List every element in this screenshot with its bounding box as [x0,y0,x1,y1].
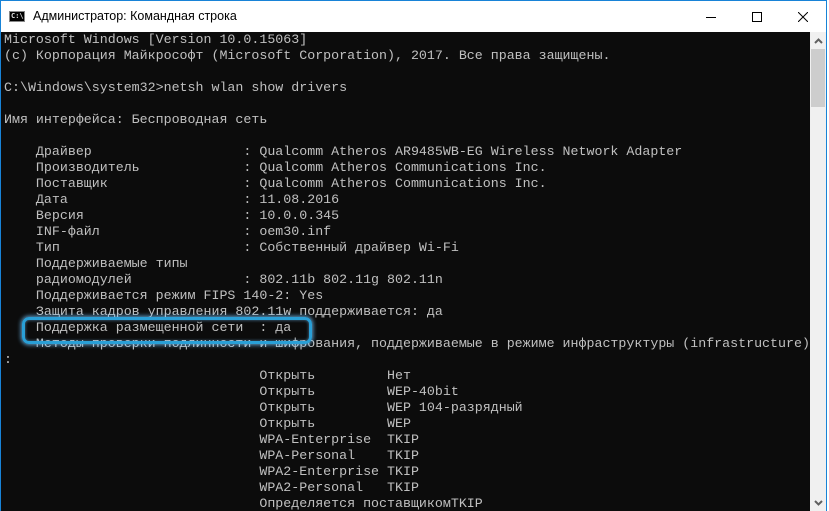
console-line: Microsoft Windows [Version 10.0.15063] [4,32,308,47]
console-line: Производитель : Qualcomm Atheros Communi… [4,160,547,175]
close-button[interactable] [780,1,826,32]
command-prompt-window: C:\ Администратор: Командная строка Micr… [0,0,827,511]
console-line: радиомодулей : 802.11b 802.11g 802.11n [4,272,443,287]
console-line: Поддерживаемые типы [4,256,188,271]
console-line: WPA2-Personal TKIP [4,480,419,495]
vertical-scrollbar[interactable] [810,32,826,511]
console-line: INF-файл : oem30.inf [4,224,332,239]
console-line: Тип : Собственный драйвер Wi-Fi [4,240,459,255]
console-line: Драйвер : Qualcomm Atheros AR9485WB-EG W… [4,144,683,159]
scroll-up-button[interactable] [810,32,826,49]
minimize-icon [706,16,716,18]
title-bar[interactable]: C:\ Администратор: Командная строка [1,1,826,32]
console-line: Открыть WEP 104-разрядный [4,400,523,415]
chevron-down-icon [813,499,823,506]
console-line: Открыть Нет [4,368,411,383]
console-line: Дата : 11.08.2016 [4,192,340,207]
scrollbar-thumb[interactable] [811,49,825,107]
console-line: Определяется поставщикомTKIP [4,496,483,511]
scroll-down-button[interactable] [810,494,826,511]
hosted-network-highlight [22,317,312,344]
console-output[interactable]: Microsoft Windows [Version 10.0.15063] (c… [1,32,811,511]
console-line: WPA2-Enterprise TKIP [4,464,419,479]
console-text: Microsoft Windows [Version 10.0.15063] (c… [1,32,811,511]
console-line: WPA-Personal TKIP [4,448,419,463]
chevron-up-icon [813,37,823,44]
console-line: Открыть WEP [4,416,411,431]
maximize-button[interactable] [734,1,780,32]
window-title: Администратор: Командная строка [33,9,237,23]
maximize-icon [752,11,762,22]
console-line: Имя интерфейса: Беспроводная сеть [4,112,268,127]
close-icon [798,11,808,22]
console-line: C:\Windows\system32>netsh wlan show driv… [4,80,348,95]
console-line: Поддерживается режим FIPS 140-2: Yes [4,288,324,303]
console-line: Открыть WEP-40bit [4,384,459,399]
console-line: Поставщик : Qualcomm Atheros Communicati… [4,176,547,191]
console-line: : [4,352,12,367]
console-line: Версия : 10.0.0.345 [4,208,340,223]
console-line: (c) Корпорация Майкрософт (Microsoft Cor… [4,48,611,63]
cmd-app-icon[interactable]: C:\ [9,11,25,22]
minimize-button[interactable] [688,1,734,32]
console-line: WPA-Enterprise TKIP [4,432,419,447]
